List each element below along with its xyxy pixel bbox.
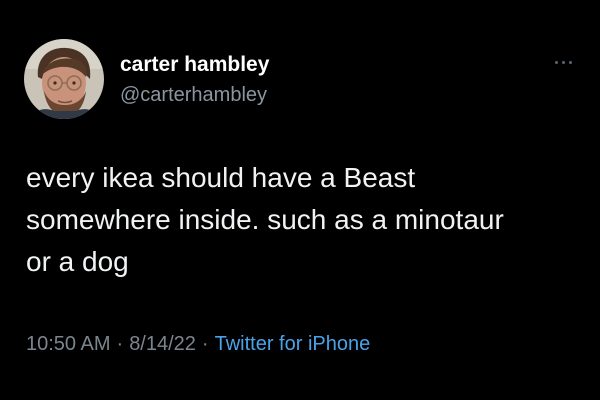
author-display-name[interactable]: carter hambley: [120, 53, 269, 77]
tweet-source-link[interactable]: Twitter for iPhone: [215, 333, 371, 355]
tweet-date[interactable]: 8/14/22: [129, 333, 196, 355]
more-dot: [562, 61, 565, 64]
tweet-time[interactable]: 10:50 AM: [26, 333, 111, 355]
tweet-text-line: or a dog: [26, 246, 129, 277]
tweet-text-line: every ikea should have a Beast: [26, 162, 416, 193]
tweet-card: carter hambley @carterhambley every ikea…: [0, 0, 600, 400]
more-dot: [569, 61, 572, 64]
more-dot: [555, 61, 558, 64]
tweet-text: every ikea should have a Beast somewhere…: [26, 157, 586, 283]
meta-separator: ·: [201, 333, 209, 355]
profile-photo-icon: [24, 39, 104, 119]
more-options-icon[interactable]: [554, 56, 576, 68]
avatar[interactable]: [24, 39, 104, 119]
meta-separator: ·: [116, 333, 124, 355]
tweet-meta: 10:50 AM · 8/14/22 · Twitter for iPhone: [26, 333, 370, 356]
tweet-text-line: somewhere inside. such as a minotaur: [26, 204, 504, 235]
author-handle[interactable]: @carterhambley: [120, 84, 267, 107]
